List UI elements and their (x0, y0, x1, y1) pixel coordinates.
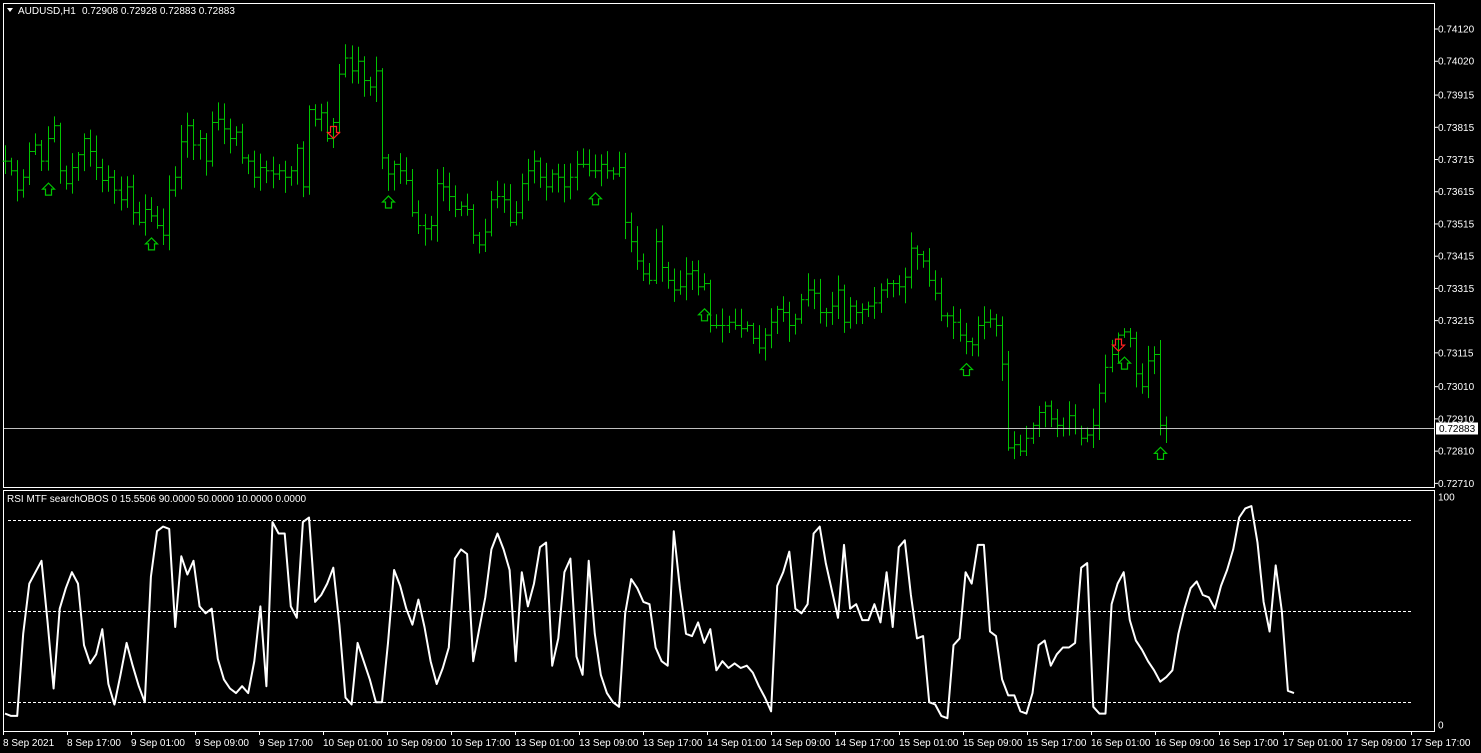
price-tick-label: 0.73215 (1438, 316, 1475, 327)
time-tick-label: 13 Sep 01:00 (515, 738, 575, 749)
rsi-y-axis: 100 0 (1438, 493, 1455, 732)
price-tick-label: 0.73615 (1438, 187, 1475, 198)
price-tick-label: 0.74020 (1438, 57, 1475, 68)
time-tick-label: 10 Sep 17:00 (451, 738, 511, 749)
rsi-header: RSI MTF searchOBOS 0 15.5506 90.0000 50.… (7, 494, 307, 505)
time-tick-label: 14 Sep 09:00 (771, 738, 831, 749)
rsi-tick-label: 0 (1438, 721, 1444, 732)
price-header: AUDUSD,H1 0.72908 0.72928 0.72883 0.7288… (7, 6, 235, 17)
time-tick-label: 8 Sep 17:00 (67, 738, 121, 749)
price-tick-label: 0.73915 (1438, 91, 1475, 102)
chart-canvas: AUDUSD,H1 0.72908 0.72928 0.72883 0.7288… (2, 3, 1478, 749)
time-tick-label: 16 Sep 17:00 (1219, 738, 1279, 749)
price-tick-label: 0.73115 (1438, 348, 1474, 359)
time-tick-label: 17 Sep 09:00 (1347, 738, 1407, 749)
time-tick-label: 10 Sep 09:00 (387, 738, 447, 749)
time-tick-label: 15 Sep 17:00 (1027, 738, 1087, 749)
rsi-tick-label: 100 (1438, 493, 1455, 504)
time-tick-label: 17 Sep 01:00 (1283, 738, 1343, 749)
price-panel-frame (3, 3, 1435, 488)
time-tick-label: 15 Sep 01:00 (899, 738, 959, 749)
time-tick-label: 13 Sep 17:00 (643, 738, 703, 749)
price-tick-label: 0.73815 (1438, 123, 1475, 134)
time-tick-label: 16 Sep 01:00 (1091, 738, 1151, 749)
time-tick-label: 14 Sep 17:00 (835, 738, 895, 749)
time-tick-label: 15 Sep 09:00 (963, 738, 1023, 749)
price-tick-label: 0.74120 (1438, 25, 1475, 36)
time-tick-label: 8 Sep 2021 (3, 738, 55, 749)
price-tick-label: 0.73515 (1438, 219, 1475, 230)
time-tick-label: 9 Sep 09:00 (195, 738, 249, 749)
price-tick-label: 0.72710 (1438, 479, 1475, 490)
time-tick-label: 17 Sep 17:00 (1411, 738, 1471, 749)
time-x-axis: 8 Sep 2021 8 Sep 17:00 9 Sep 01:00 9 Sep 09… (3, 731, 1471, 749)
price-y-axis: 0.74120 0.74020 0.73915 0.73815 0.73715 0.736… (1434, 25, 1475, 490)
time-tick-label: 9 Sep 17:00 (259, 738, 313, 749)
time-tick-label: 16 Sep 09:00 (1155, 738, 1215, 749)
time-tick-label: 10 Sep 01:00 (323, 738, 383, 749)
price-tick-label: 0.72810 (1438, 447, 1475, 458)
price-ohlc: 0.72908 0.72928 0.72883 0.72883 (82, 6, 235, 17)
price-tick-label: 0.73415 (1438, 252, 1475, 263)
time-tick-label: 14 Sep 01:00 (707, 738, 767, 749)
current-price-label: 0.72883 (1439, 424, 1476, 435)
price-tick-label: 0.73315 (1438, 284, 1475, 295)
price-tick-label: 0.73010 (1438, 382, 1475, 393)
time-tick-label: 9 Sep 01:00 (131, 738, 185, 749)
price-tick-label: 0.73715 (1438, 155, 1475, 166)
price-symbol: AUDUSD,H1 (18, 6, 76, 17)
time-tick-label: 13 Sep 09:00 (579, 738, 639, 749)
